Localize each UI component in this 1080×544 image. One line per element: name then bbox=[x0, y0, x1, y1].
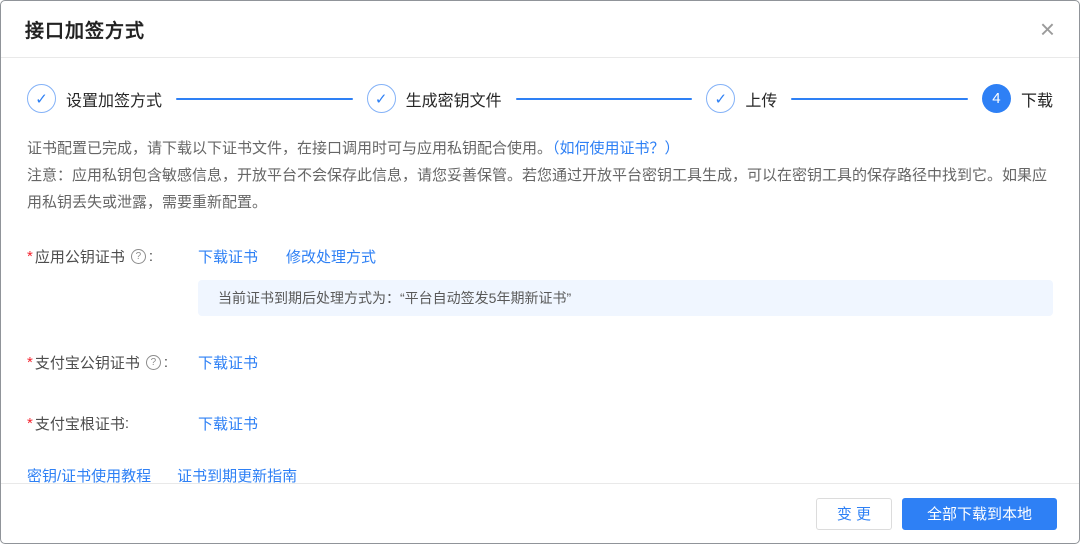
app-public-cert-label: * 应用公钥证书 ? : bbox=[27, 246, 198, 267]
description-intro: 证书配置已完成，请下载以下证书文件，在接口调用时可与应用私钥配合使用。 bbox=[27, 140, 552, 157]
check-icon: ✓ bbox=[27, 84, 56, 113]
label-text: 支付宝根证书 bbox=[35, 413, 125, 434]
step-label: 生成密钥文件 bbox=[406, 87, 502, 111]
app-public-cert-links: 下载证书 修改处理方式 bbox=[198, 246, 376, 267]
label-colon: : bbox=[125, 415, 129, 432]
download-cert-link[interactable]: 下载证书 bbox=[198, 413, 258, 434]
step-label: 下载 bbox=[1021, 87, 1053, 111]
check-icon: ✓ bbox=[367, 84, 396, 113]
label-text: 支付宝公钥证书 bbox=[35, 352, 140, 373]
alipay-root-cert-row: * 支付宝根证书 : 下载证书 bbox=[27, 413, 1053, 434]
how-to-use-cert-link[interactable]: （如何使用证书？） bbox=[552, 140, 680, 157]
label-colon: : bbox=[164, 354, 168, 371]
stepper: ✓ 设置加签方式 ✓ 生成密钥文件 ✓ 上传 4 下载 bbox=[27, 58, 1053, 113]
download-cert-link[interactable]: 下载证书 bbox=[198, 246, 258, 267]
cert-expiry-info-bar: 当前证书到期后处理方式为：“平台自动签发5年期新证书” bbox=[198, 280, 1053, 316]
dialog-footer: 变 更 全部下载到本地 bbox=[1, 483, 1079, 543]
dialog-title: 接口加签方式 bbox=[25, 16, 145, 43]
alipay-root-cert-label: * 支付宝根证书 : bbox=[27, 413, 198, 434]
step-connector bbox=[176, 98, 353, 100]
download-cert-link[interactable]: 下载证书 bbox=[198, 352, 258, 373]
step-label: 设置加签方式 bbox=[66, 87, 162, 111]
alipay-public-cert-links: 下载证书 bbox=[198, 352, 258, 373]
app-public-cert-row: * 应用公钥证书 ? : 下载证书 修改处理方式 bbox=[27, 246, 1053, 267]
step-generate-key-file: ✓ 生成密钥文件 bbox=[367, 84, 502, 113]
label-text: 应用公钥证书 bbox=[35, 246, 125, 267]
step-set-signing-method: ✓ 设置加签方式 bbox=[27, 84, 162, 113]
required-mark: * bbox=[27, 248, 33, 265]
step-connector bbox=[516, 98, 693, 100]
dialog-header: 接口加签方式 × bbox=[1, 1, 1079, 58]
step-upload: ✓ 上传 bbox=[706, 84, 777, 113]
required-mark: * bbox=[27, 415, 33, 432]
interface-signing-dialog: 接口加签方式 × ✓ 设置加签方式 ✓ 生成密钥文件 ✓ 上传 4 下载 证书配… bbox=[0, 0, 1080, 544]
required-mark: * bbox=[27, 354, 33, 371]
check-icon: ✓ bbox=[706, 84, 735, 113]
description-block: 证书配置已完成，请下载以下证书文件，在接口调用时可与应用私钥配合使用。（如何使用… bbox=[27, 135, 1053, 216]
label-colon: : bbox=[149, 248, 153, 265]
description-note: 注意：应用私钥包含敏感信息，开放平台不会保存此信息，请您妥善保管。若您通过开放平… bbox=[27, 162, 1053, 216]
close-icon[interactable]: × bbox=[1040, 16, 1055, 42]
alipay-public-cert-label: * 支付宝公钥证书 ? : bbox=[27, 352, 198, 373]
step-download-active: 4 下载 bbox=[982, 84, 1053, 113]
help-icon[interactable]: ? bbox=[146, 355, 161, 370]
download-all-button[interactable]: 全部下载到本地 bbox=[902, 498, 1057, 530]
modify-handling-link[interactable]: 修改处理方式 bbox=[286, 246, 376, 267]
step-connector bbox=[791, 98, 968, 100]
alipay-public-cert-row: * 支付宝公钥证书 ? : 下载证书 bbox=[27, 352, 1053, 373]
change-button[interactable]: 变 更 bbox=[816, 498, 892, 530]
step-label: 上传 bbox=[745, 87, 777, 111]
help-icon[interactable]: ? bbox=[131, 249, 146, 264]
step-number-badge: 4 bbox=[982, 84, 1011, 113]
alipay-root-cert-links: 下载证书 bbox=[198, 413, 258, 434]
